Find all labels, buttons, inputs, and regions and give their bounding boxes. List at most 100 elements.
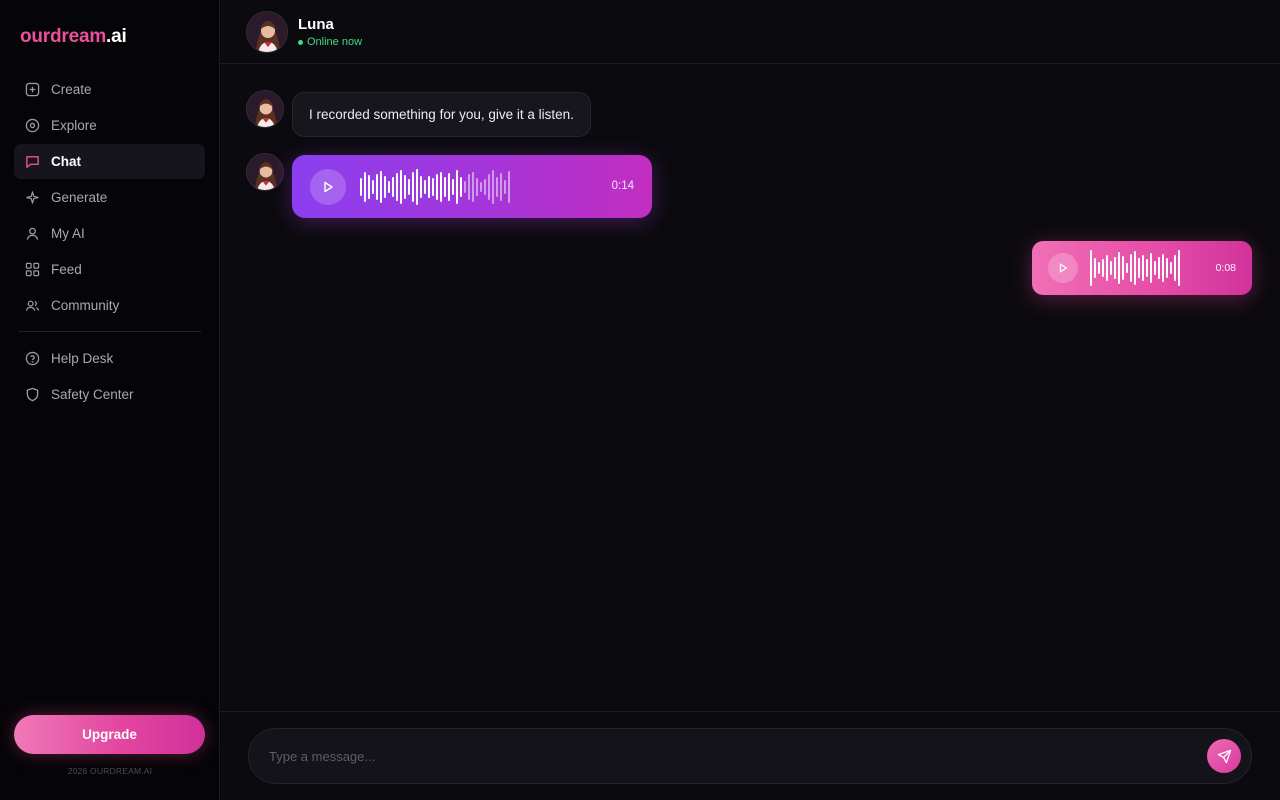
sparkle-icon [24, 190, 40, 206]
message-input[interactable] [269, 729, 1189, 783]
waveform-bar [388, 181, 390, 193]
waveform-bar [1158, 257, 1160, 279]
waveform-bar [404, 175, 406, 199]
logo-brand: ourdream [20, 26, 107, 47]
waveform-bar [492, 170, 494, 204]
waveform-bar [408, 179, 410, 195]
sidebar-item-explore[interactable]: Explore [14, 108, 205, 143]
waveform-bar [380, 171, 382, 203]
waveform-bar [484, 179, 486, 195]
chat-main: Luna Online now I recorded something for… [220, 0, 1280, 800]
waveform-bar [1134, 251, 1136, 285]
copyright: 2026 OURDREAM.AI [67, 766, 153, 776]
waveform-bar [464, 181, 466, 193]
waveform-bar [1150, 253, 1152, 283]
waveform-bar [1154, 261, 1156, 275]
waveform-bar [488, 174, 490, 200]
sidebar-item-label: Chat [51, 154, 81, 169]
waveform-bar [504, 180, 506, 194]
voice-message-incoming: 0:14 [292, 155, 652, 218]
message-bubble: I recorded something for you, give it a … [292, 92, 591, 137]
chat-header: Luna Online now [220, 0, 1280, 64]
waveform-bar [460, 177, 462, 197]
waveform-bar [1102, 259, 1104, 277]
waveform-bar [368, 175, 370, 199]
avatar-image [247, 12, 287, 52]
waveform-bar [1166, 258, 1168, 278]
sidebar-item-label: Explore [51, 118, 97, 133]
waveform-bar [480, 182, 482, 192]
waveform-bar [1122, 256, 1124, 280]
waveform-bar [1090, 250, 1092, 286]
user-icon [24, 226, 40, 242]
nav-divider [18, 331, 201, 332]
waveform-bar [468, 174, 470, 200]
waveform-bar [428, 176, 430, 198]
waveform-bar [1114, 257, 1116, 279]
waveform-bar [456, 170, 458, 204]
sidebar-item-help-desk[interactable]: Help Desk [14, 341, 205, 376]
contact-name: Luna [298, 16, 334, 33]
waveform-bar [444, 177, 446, 197]
waveform-bar [424, 180, 426, 194]
voice-duration: 0:14 [611, 180, 634, 192]
waveform-bar [500, 173, 502, 201]
waveform-bar [1138, 258, 1140, 278]
waveform-bar [440, 172, 442, 202]
sidebar-item-feed[interactable]: Feed [14, 252, 205, 287]
avatar[interactable] [246, 11, 288, 53]
waveform-bar [1118, 252, 1120, 284]
sidebar-item-label: Generate [51, 190, 108, 205]
online-status: Online now [298, 36, 362, 48]
send-button[interactable] [1207, 739, 1241, 773]
waveform[interactable] [1090, 249, 1180, 287]
waveform-bar [1162, 254, 1164, 282]
waveform-bar [1126, 263, 1128, 273]
waveform-bar [1142, 255, 1144, 281]
waveform-bar [396, 173, 398, 201]
play-button[interactable] [1048, 253, 1078, 283]
waveform-bar [1106, 255, 1108, 281]
waveform[interactable] [360, 169, 510, 205]
sidebar: ourdream.ai Create Explore Chat Generate… [0, 0, 220, 800]
waveform-bar [496, 177, 498, 197]
waveform-bar [1146, 259, 1148, 277]
sidebar-item-safety-center[interactable]: Safety Center [14, 377, 205, 412]
sidebar-item-label: My AI [51, 226, 85, 241]
sidebar-item-generate[interactable]: Generate [14, 180, 205, 215]
play-button[interactable] [310, 169, 346, 205]
avatar[interactable] [246, 90, 284, 128]
waveform-bar [376, 174, 378, 200]
waveform-bar [364, 172, 366, 202]
sidebar-item-label: Feed [51, 262, 82, 277]
waveform-bar [420, 176, 422, 198]
grid-icon [24, 262, 40, 278]
logo[interactable]: ourdream.ai [20, 26, 127, 48]
upgrade-button[interactable]: Upgrade [14, 715, 205, 754]
plus-square-icon [24, 82, 40, 98]
waveform-bar [1098, 262, 1100, 274]
waveform-bar [508, 171, 510, 203]
sidebar-item-community[interactable]: Community [14, 288, 205, 323]
composer-bar [220, 711, 1280, 800]
voice-message-outgoing: 0:08 [1032, 241, 1252, 295]
waveform-bar [1110, 261, 1112, 275]
sidebar-item-create[interactable]: Create [14, 72, 205, 107]
waveform-bar [448, 173, 450, 201]
waveform-bar [452, 179, 454, 195]
waveform-bar [416, 169, 418, 205]
send-icon [1217, 749, 1231, 763]
sidebar-nav: Create Explore Chat Generate My AI Feed … [14, 72, 205, 413]
waveform-bar [1094, 258, 1096, 278]
sidebar-item-label: Safety Center [51, 387, 134, 402]
sidebar-item-label: Create [51, 82, 92, 97]
waveform-bar [400, 170, 402, 204]
compass-icon [24, 118, 40, 134]
waveform-bar [372, 180, 374, 194]
sidebar-item-my-ai[interactable]: My AI [14, 216, 205, 251]
online-dot [298, 39, 303, 45]
shield-icon [24, 387, 40, 403]
avatar[interactable] [246, 153, 284, 191]
sidebar-item-chat[interactable]: Chat [14, 144, 205, 179]
waveform-bar [1170, 262, 1172, 274]
